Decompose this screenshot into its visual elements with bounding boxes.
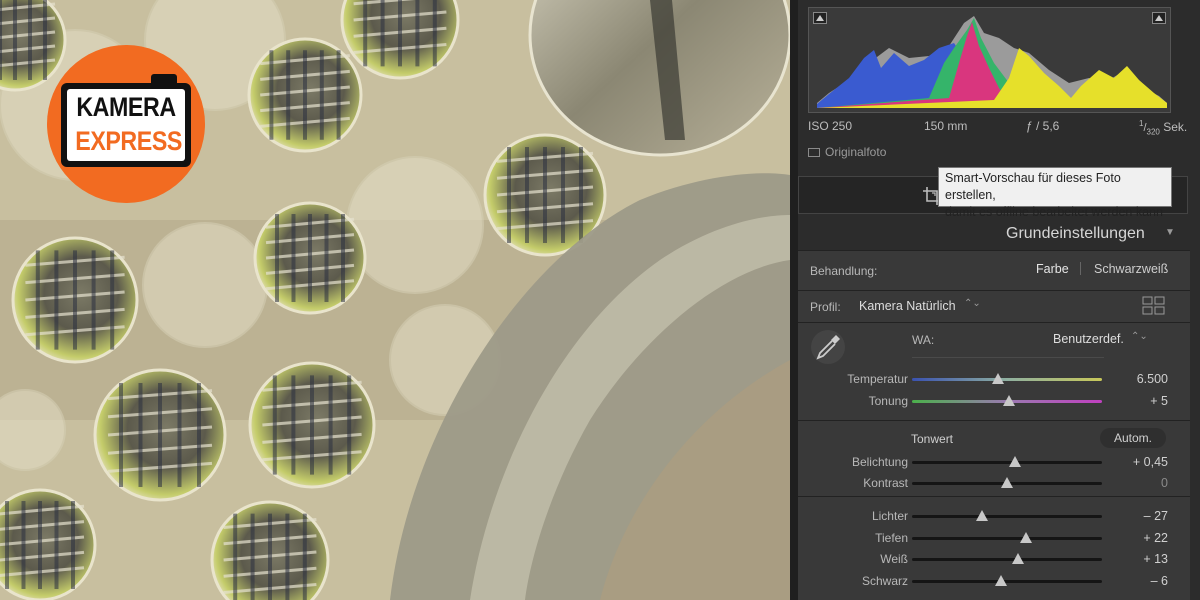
slider-thumb-tonung[interactable] <box>1002 395 1015 406</box>
profile-select[interactable]: Kamera Natürlich <box>859 299 956 313</box>
slider-label-schwarz: Schwarz <box>861 573 908 588</box>
tone-label: Tonwert <box>911 432 954 446</box>
tone-section: Tonwert Autom. Belichtung + 0,45 Kontrast 0 <box>798 420 1190 496</box>
slider-value-schwarz[interactable]: – 6 <box>1108 574 1168 588</box>
treatment-bw-button[interactable]: Schwarzweiß <box>1094 262 1168 276</box>
slider-value-kontrast[interactable]: 0 <box>1108 476 1168 490</box>
slider-thumb-temperatur[interactable] <box>991 373 1004 384</box>
slider-value-tonung[interactable]: + 5 <box>1108 394 1168 408</box>
photo-clear-ring <box>346 156 484 294</box>
slider-value-belichtung[interactable]: + 0,45 <box>1108 455 1168 469</box>
slider-label-weiss: Weiß <box>880 552 908 566</box>
eyedropper-icon[interactable] <box>810 329 846 365</box>
logo-camera-body: KAMERA EXPRESS <box>61 74 191 167</box>
slider-track-lichter[interactable] <box>912 515 1102 518</box>
treatment-label: Behandlung: <box>810 264 878 278</box>
slider-value-tiefen[interactable]: + 22 <box>1108 531 1168 545</box>
profile-label: Profil: <box>810 300 841 314</box>
treatment-color-button[interactable]: Farbe <box>1036 262 1069 276</box>
slider-track-belichtung[interactable] <box>912 461 1102 464</box>
slider-thumb-kontrast[interactable] <box>1001 477 1013 488</box>
histogram[interactable] <box>808 7 1171 113</box>
slider-thumb-lichter[interactable] <box>976 510 989 521</box>
tooltip-line2: damit es offline bearbeitet werden kann <box>945 205 1163 219</box>
shutter-unit: Sek. <box>1163 120 1188 134</box>
wb-select[interactable]: Benutzerdef. <box>1053 332 1124 346</box>
treatment-divider <box>1080 262 1081 275</box>
exif-iso: ISO 250 <box>808 119 853 133</box>
panel-title[interactable]: Grundeinstellungen <box>1006 225 1145 243</box>
exif-shutter: 1/320 Sek. <box>1139 119 1188 137</box>
treatment-row: Behandlung: Farbe Schwarzweiß <box>798 250 1190 290</box>
slider-label-kontrast: Kontrast <box>863 476 908 490</box>
slider-value-weiss[interactable]: + 13 <box>1108 552 1168 566</box>
profile-browser-grid-icon[interactable] <box>1142 296 1165 316</box>
smart-preview-tooltip: Smart-Vorschau für dieses Foto erstellen… <box>938 167 1172 219</box>
slider-label-lichter: Lichter <box>871 509 908 523</box>
histogram-graph <box>817 16 1167 108</box>
slider-track-tiefen[interactable] <box>912 536 1102 540</box>
photo-preview[interactable]: KAMERA EXPRESS <box>0 0 790 600</box>
panel-collapse-icon[interactable]: ▼ <box>1165 227 1175 238</box>
photo-clear-ring <box>142 222 268 348</box>
auto-tone-button[interactable]: Autom. <box>1100 428 1166 448</box>
slider-value-temperatur[interactable]: 6.500 <box>1108 372 1168 386</box>
kamera-express-logo: KAMERA EXPRESS <box>47 45 205 203</box>
slider-label-temperatur: Temperatur <box>847 372 908 386</box>
exif-focal-length: 150 mm <box>924 119 968 133</box>
shutter-denominator: 320 <box>1146 127 1160 137</box>
develop-panel: ISO 250 150 mm ƒ / 5,6 1/320 Sek. Origin… <box>790 0 1200 600</box>
slider-label-tonung: Tonung <box>868 394 908 408</box>
slider-label-belichtung: Belichtung <box>851 455 908 469</box>
slider-thumb-belichtung[interactable] <box>1008 456 1021 467</box>
slider-track-weiss[interactable] <box>912 558 1102 561</box>
panel-edge <box>790 0 798 600</box>
profile-row: Profil: Kamera Natürlich ⌃⌄ <box>798 290 1190 322</box>
white-balance-section: WA: Benutzerdef. ⌃⌄ Temperatur 6.500 Tonun… <box>798 322 1190 420</box>
original-photo-toggle[interactable]: Originalfoto <box>808 145 886 159</box>
wb-divider <box>912 357 1104 358</box>
slider-thumb-tiefen[interactable] <box>1020 531 1032 543</box>
slider-value-lichter[interactable]: – 27 <box>1108 509 1168 523</box>
auto-tone-label: Autom. <box>1113 431 1152 445</box>
logo-text-line1: KAMERA <box>76 92 176 122</box>
profile-select-chevron-icon[interactable]: ⌃⌄ <box>964 298 981 309</box>
logo-text-line2: EXPRESS <box>75 126 182 156</box>
original-photo-label: Originalfoto <box>825 145 887 159</box>
exif-aperture: ƒ / 5,6 <box>1026 119 1060 133</box>
wb-select-chevron-icon[interactable]: ⌃⌄ <box>1131 331 1148 342</box>
slider-thumb-schwarz[interactable] <box>995 574 1008 586</box>
presence-section: Lichter – 27 Tiefen + 22 Weiß + 13 Schwarz – 6 <box>798 496 1190 600</box>
wb-label: WA: <box>912 333 935 347</box>
logo-label: KAMERA EXPRESS <box>67 89 185 161</box>
slider-thumb-weiss[interactable] <box>1012 553 1025 564</box>
tooltip-line1: Smart-Vorschau für dieses Foto erstellen… <box>945 171 1121 202</box>
original-photo-checkbox[interactable] <box>808 147 820 157</box>
slider-label-tiefen: Tiefen <box>875 530 908 545</box>
slider-track-temperatur[interactable] <box>912 378 1102 381</box>
